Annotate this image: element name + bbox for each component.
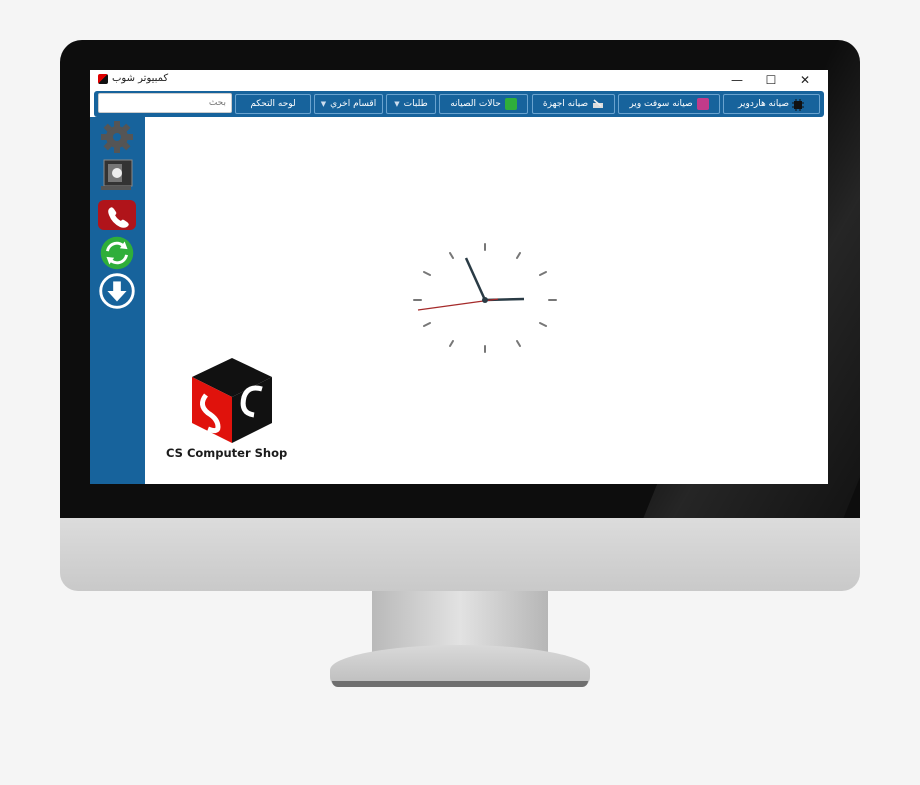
brand-name: CS Computer Shop xyxy=(166,446,288,460)
devices-maintenance-label: صيانه اجهزة xyxy=(542,99,589,109)
hardware-maintenance-button[interactable]: صيانه هاردوير xyxy=(723,94,820,114)
window-title: كمبيوتر شوب xyxy=(98,73,168,84)
orders-label: طلبات xyxy=(403,99,428,109)
left-sidebar xyxy=(90,117,145,484)
download-button[interactable] xyxy=(95,273,139,309)
top-toolbar: صيانه هاردوير صيانه سوفت وير صيانه اجهزة… xyxy=(94,91,824,117)
other-sections-label: اقسام اخري xyxy=(330,99,377,109)
title-bar: كمبيوتر شوب — ☐ ✕ xyxy=(90,70,828,90)
computer-button[interactable] xyxy=(95,159,139,191)
refresh-button[interactable] xyxy=(95,236,139,270)
monitor-stand-edge xyxy=(332,681,588,687)
other-sections-dropdown[interactable]: اقسام اخري ▼ xyxy=(314,94,383,114)
tools-icon xyxy=(592,98,604,110)
phone-icon xyxy=(98,200,136,230)
refresh-icon xyxy=(100,236,134,270)
app-logo-icon xyxy=(98,73,108,84)
monitor-chin xyxy=(60,518,860,591)
chevron-down-icon: ▼ xyxy=(320,100,327,108)
app-window: كمبيوتر شوب — ☐ ✕ صيانه هاردوير صيانه سو… xyxy=(90,70,828,484)
maintenance-status-button[interactable]: حالات الصيانه xyxy=(439,94,528,114)
settings-button[interactable] xyxy=(95,121,139,153)
chevron-down-icon: ▼ xyxy=(394,100,400,108)
dashboard-button[interactable]: لوحه التحكم xyxy=(235,94,311,114)
chip-icon xyxy=(791,98,805,111)
close-button[interactable]: ✕ xyxy=(788,70,822,90)
computer-icon xyxy=(101,159,133,190)
maximize-button[interactable]: ☐ xyxy=(754,70,788,90)
software-maintenance-label: صيانه سوفت وير xyxy=(629,99,693,109)
minimize-button[interactable]: — xyxy=(720,70,754,90)
download-icon xyxy=(99,273,135,309)
window-title-text: كمبيوتر شوب xyxy=(112,73,169,84)
hardware-maintenance-label: صيانه هاردوير xyxy=(738,99,789,109)
gear-icon xyxy=(101,121,133,153)
orders-dropdown[interactable]: طلبات ▼ xyxy=(386,94,436,114)
call-button[interactable] xyxy=(95,199,139,231)
devices-maintenance-button[interactable]: صيانه اجهزة xyxy=(532,94,615,114)
cube-logo-icon xyxy=(192,358,272,443)
window-controls: — ☐ ✕ xyxy=(720,70,822,90)
analog-clock xyxy=(413,243,557,353)
dashboard-label: لوحه التحكم xyxy=(250,99,296,109)
software-maintenance-button[interactable]: صيانه سوفت وير xyxy=(618,94,720,114)
search-input[interactable] xyxy=(98,93,232,113)
monitor-stand-neck xyxy=(372,591,548,653)
brand-logo: CS Computer Shop xyxy=(160,355,310,465)
clipboard-icon xyxy=(504,98,517,110)
maintenance-status-label: حالات الصيانه xyxy=(450,99,501,109)
software-icon xyxy=(696,98,709,110)
